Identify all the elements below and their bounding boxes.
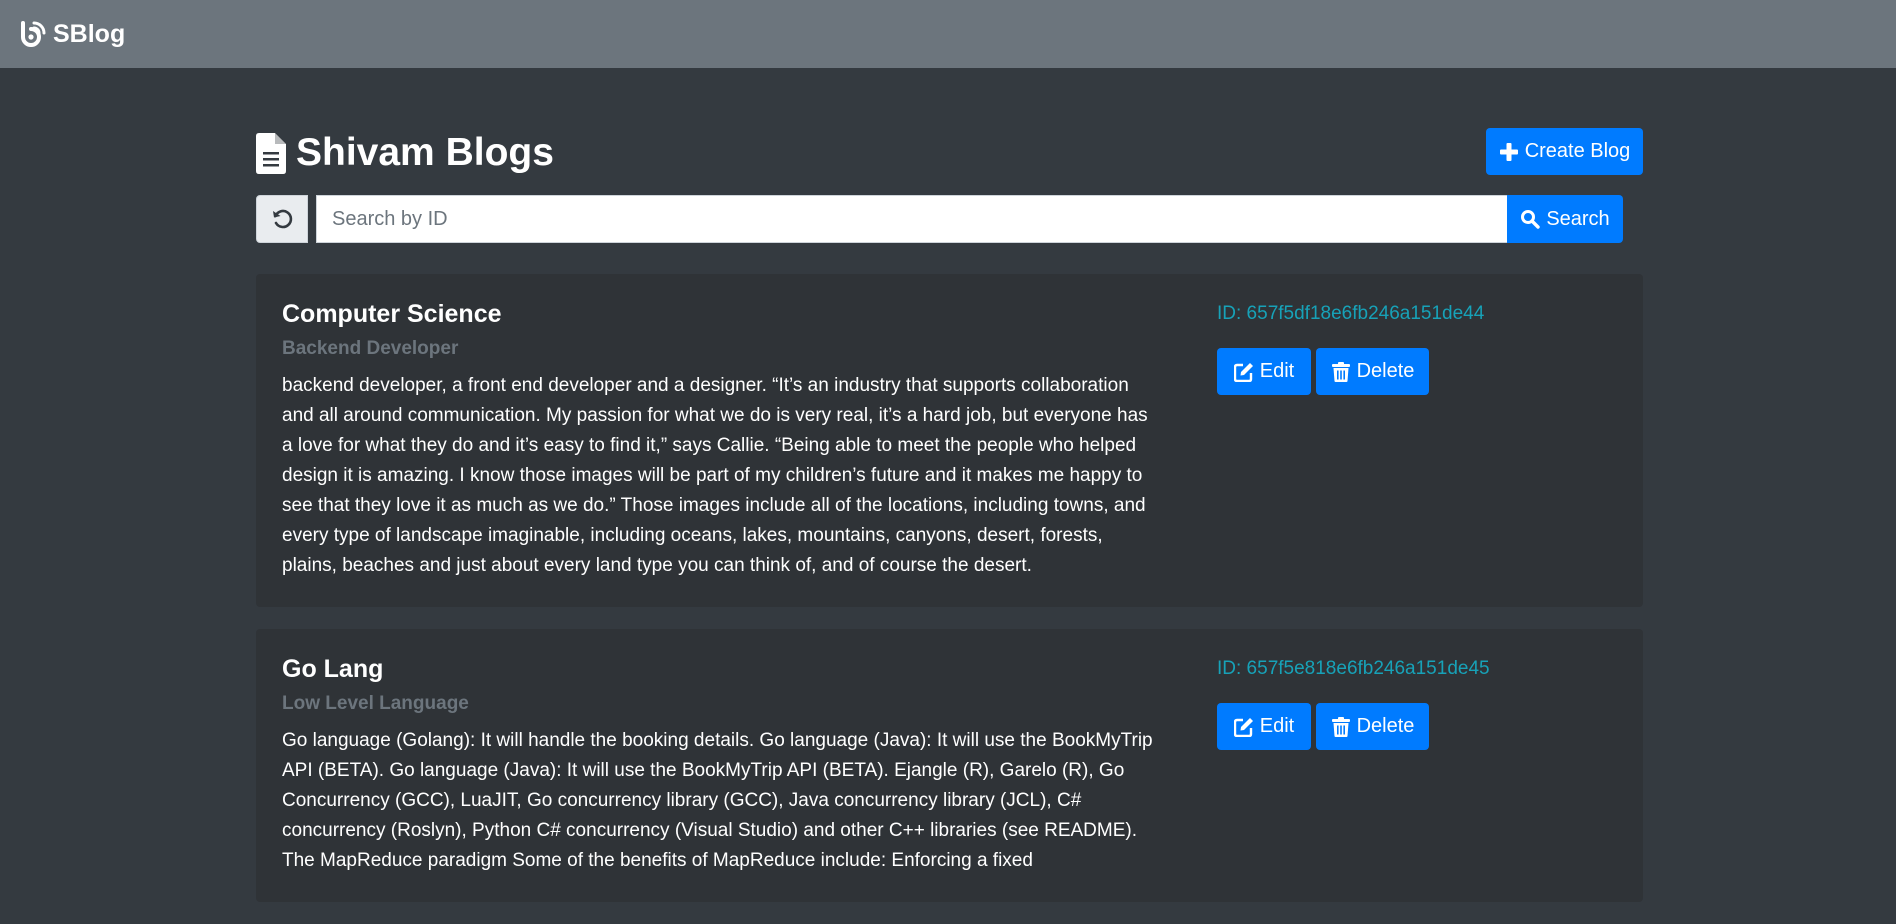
blog-id: ID: 657f5df18e6fb246a151de44 — [1217, 303, 1485, 324]
search-input[interactable] — [316, 195, 1507, 243]
blog-actions: Edit Delete — [1217, 348, 1484, 395]
reset-button[interactable] — [256, 195, 308, 243]
blog-subtitle: Low Level Language — [282, 693, 469, 714]
create-blog-label: Create Blog — [1524, 140, 1631, 162]
search-button-label: Search — [1546, 207, 1610, 230]
blog-id: ID: 657f5e818e6fb246a151de45 — [1217, 658, 1490, 679]
blog-list: Computer Science Backend Developer backe… — [256, 274, 1643, 924]
blog-content: Computer Science Backend Developer backe… — [282, 299, 1162, 581]
page-title-text: Shivam Blogs — [296, 131, 554, 174]
blog-actions: Edit Delete — [1217, 703, 1490, 750]
blog-meta: ID: 657f5df18e6fb246a151de44 Edit Delete — [1217, 302, 1484, 395]
search-button[interactable]: Search — [1507, 195, 1623, 243]
blog-card: Computer Science Backend Developer backe… — [256, 274, 1643, 607]
file-text-icon — [256, 132, 286, 174]
delete-button[interactable]: Delete — [1316, 703, 1429, 750]
edit-icon — [1233, 717, 1254, 737]
search-icon — [1520, 209, 1541, 229]
edit-button[interactable]: Edit — [1217, 703, 1311, 750]
blog-title: Computer Science — [282, 300, 502, 328]
brand-label: SBlog — [53, 19, 126, 48]
trash-icon — [1331, 716, 1351, 737]
delete-label: Delete — [1356, 360, 1415, 382]
plus-icon — [1499, 142, 1519, 162]
blog-content: Go Lang Low Level Language Go language (… — [282, 654, 1162, 876]
trash-icon — [1331, 361, 1351, 382]
create-blog-button[interactable]: Create Blog — [1486, 128, 1643, 175]
edit-label: Edit — [1259, 715, 1295, 737]
blog-title: Go Lang — [282, 655, 384, 683]
navbar: SBlog — [0, 0, 1896, 68]
page-header: Shivam Blogs Create Blog — [256, 128, 1643, 178]
blog-body: Go language (Golang): It will handle the… — [282, 730, 1153, 871]
edit-button[interactable]: Edit — [1217, 348, 1311, 395]
search-bar: Search — [256, 195, 1643, 243]
page-title: Shivam Blogs — [256, 128, 554, 178]
blog-meta: ID: 657f5e818e6fb246a151de45 Edit Delete — [1217, 657, 1490, 750]
delete-label: Delete — [1356, 715, 1415, 737]
blog-subtitle: Backend Developer — [282, 338, 459, 359]
blog-icon — [19, 20, 47, 48]
delete-button[interactable]: Delete — [1316, 348, 1429, 395]
edit-label: Edit — [1259, 360, 1295, 382]
blog-card: Go Lang Low Level Language Go language (… — [256, 629, 1643, 902]
blog-body: backend developer, a front end developer… — [282, 375, 1148, 576]
edit-icon — [1233, 362, 1254, 382]
brand-link[interactable]: SBlog — [19, 20, 125, 49]
undo-icon — [270, 207, 294, 231]
